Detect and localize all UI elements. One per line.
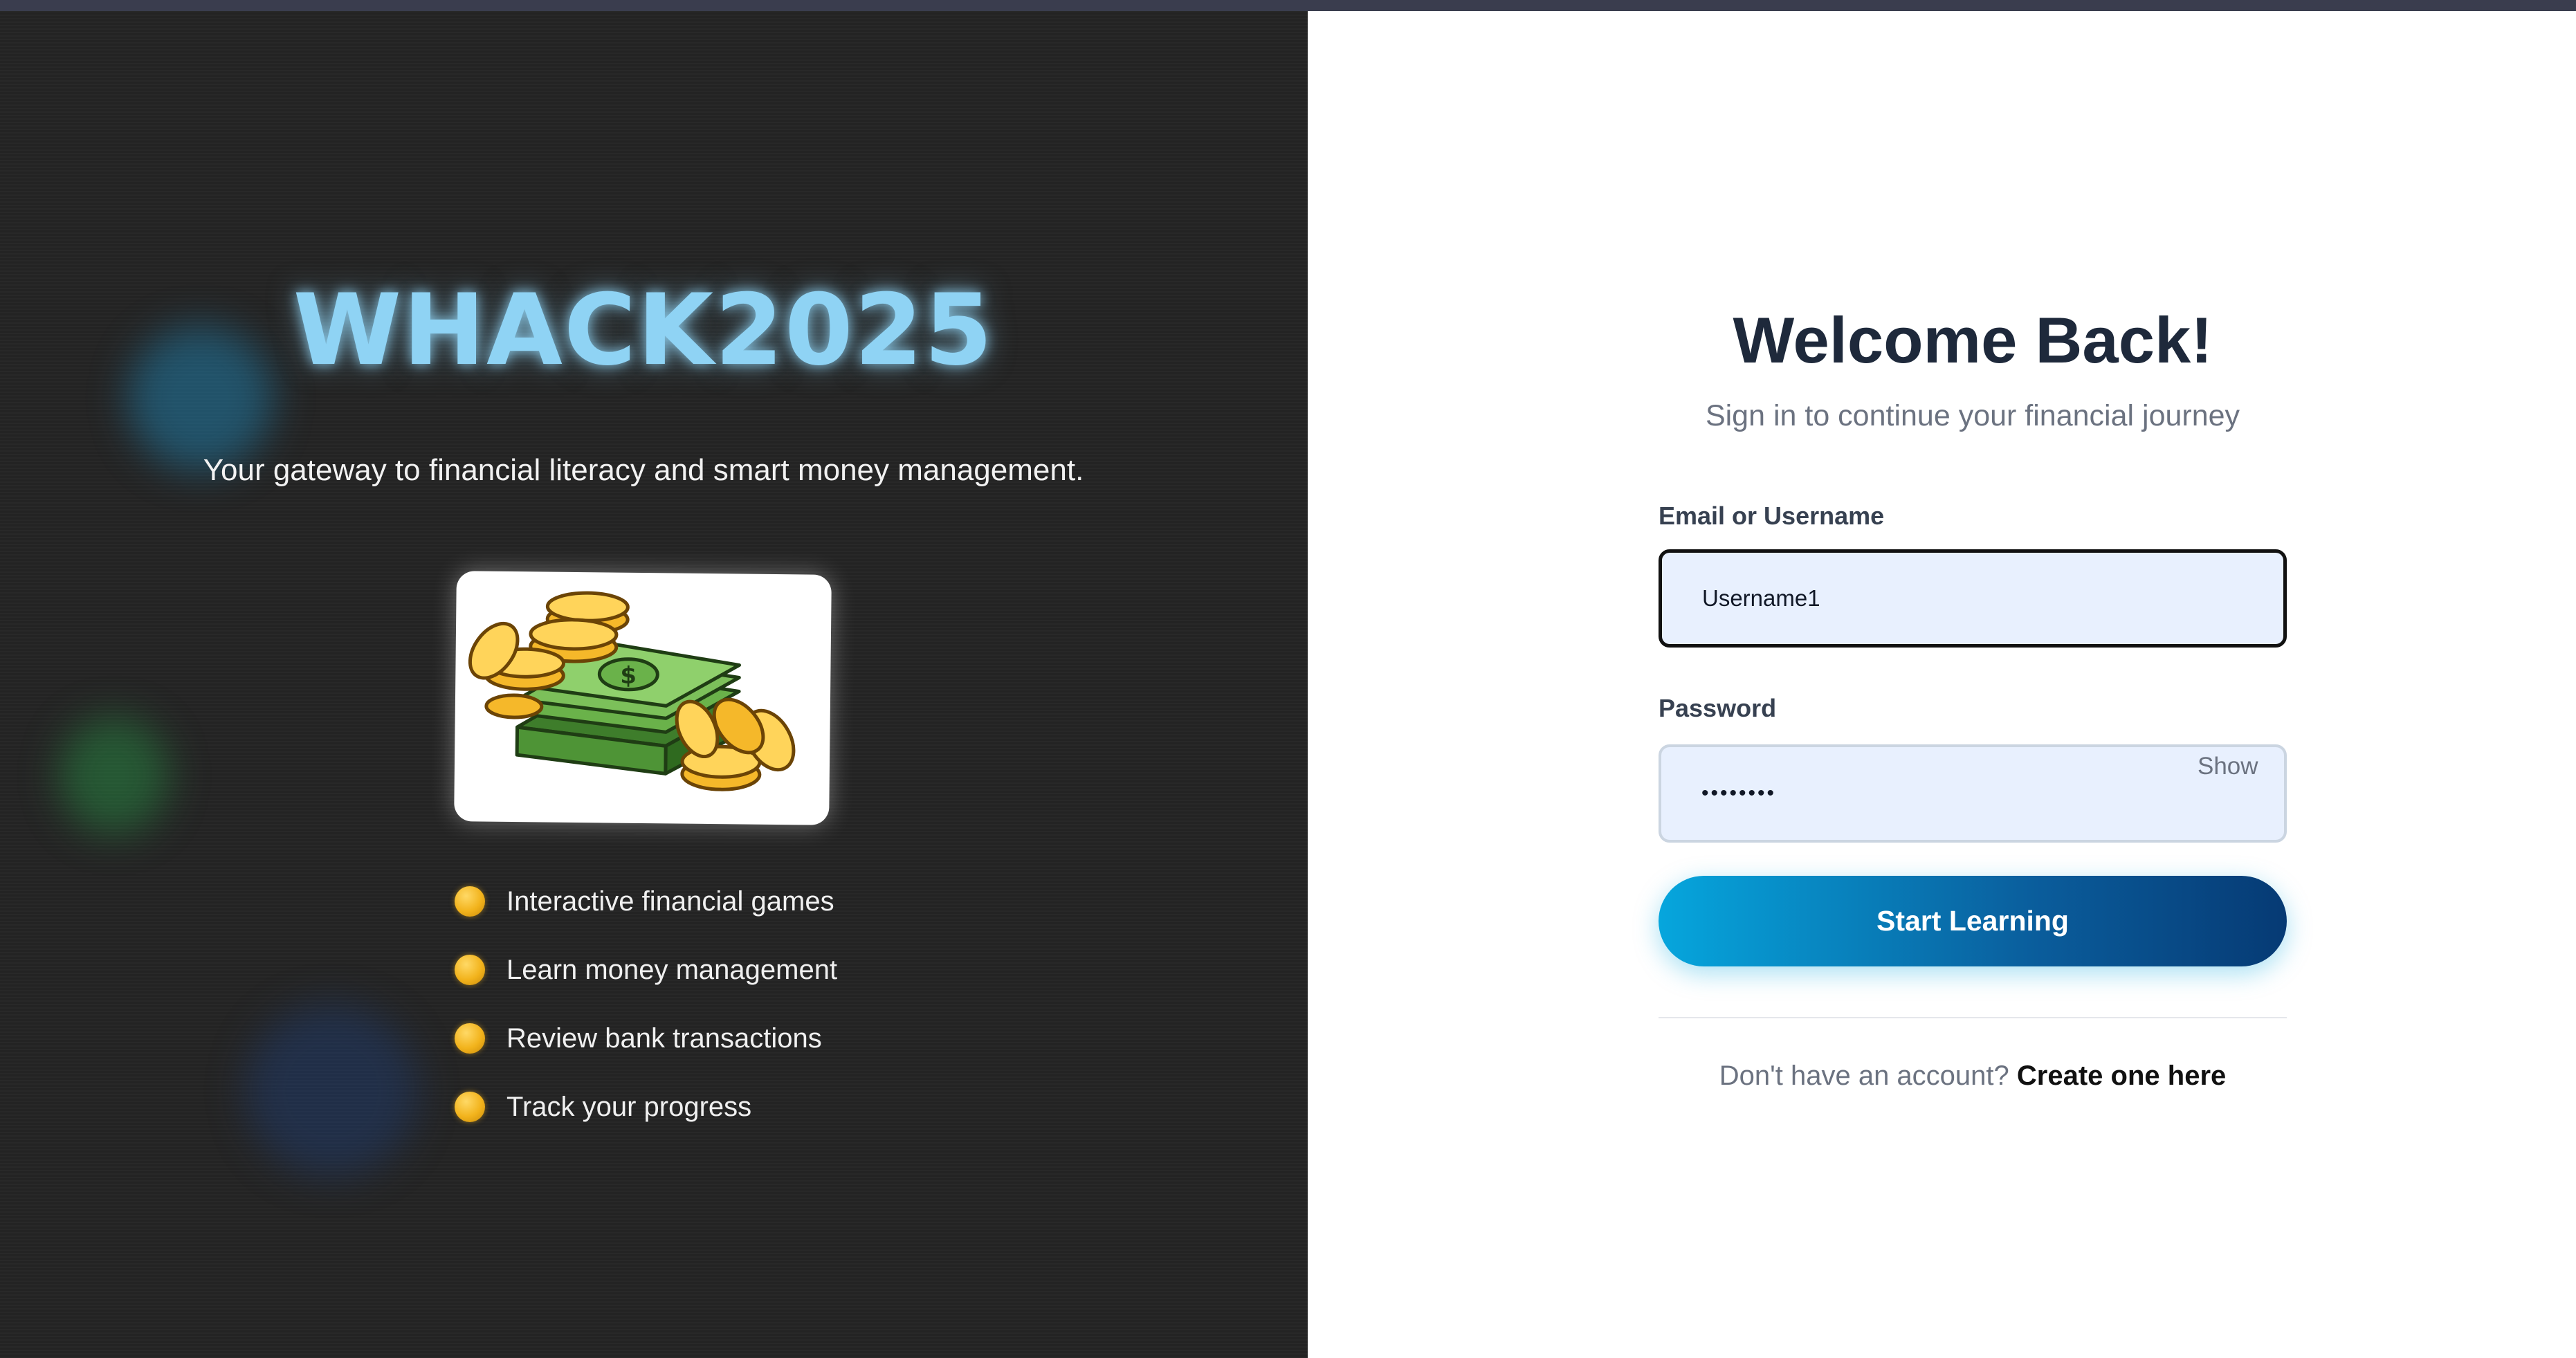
decorative-glow-orb <box>246 1004 419 1177</box>
feature-label: Interactive financial games <box>506 886 834 917</box>
svg-text:$: $ <box>620 662 637 690</box>
start-learning-button[interactable]: Start Learning <box>1659 876 2287 966</box>
brand-tagline: Your gateway to financial literacy and s… <box>203 453 1084 487</box>
signup-prompt: Don't have an account? <box>1719 1061 2009 1091</box>
signup-prompt-line: Don't have an account? Create one here <box>1590 1061 2355 1092</box>
page-title: Welcome Back! <box>1733 304 2213 376</box>
password-field-label: Password <box>1659 694 1777 722</box>
password-field[interactable] <box>1659 744 2287 843</box>
coin-bullet-icon <box>455 1023 485 1054</box>
divider <box>1659 1017 2287 1018</box>
coin-bullet-icon <box>455 955 485 985</box>
feature-label: Learn money management <box>506 955 838 985</box>
page-subtitle: Sign in to continue your financial journ… <box>1705 399 2240 432</box>
decorative-glow-orb <box>59 717 170 834</box>
coin-bullet-icon <box>455 886 485 917</box>
email-field-label: Email or Username <box>1659 502 1885 530</box>
coin-bullet-icon <box>455 1092 485 1122</box>
money-illustration-card: $ <box>454 571 832 825</box>
browser-top-bar <box>0 0 2576 11</box>
create-account-link[interactable]: Create one here <box>2017 1061 2226 1091</box>
show-password-toggle[interactable]: Show <box>2198 753 2258 780</box>
login-panel <box>1308 11 2576 1358</box>
email-field[interactable] <box>1659 549 2287 648</box>
brand-title: WHACK2025 <box>293 273 994 387</box>
feature-label: Track your progress <box>506 1092 752 1122</box>
money-stack-icon: $ <box>468 591 796 791</box>
feature-label: Review bank transactions <box>506 1023 822 1054</box>
